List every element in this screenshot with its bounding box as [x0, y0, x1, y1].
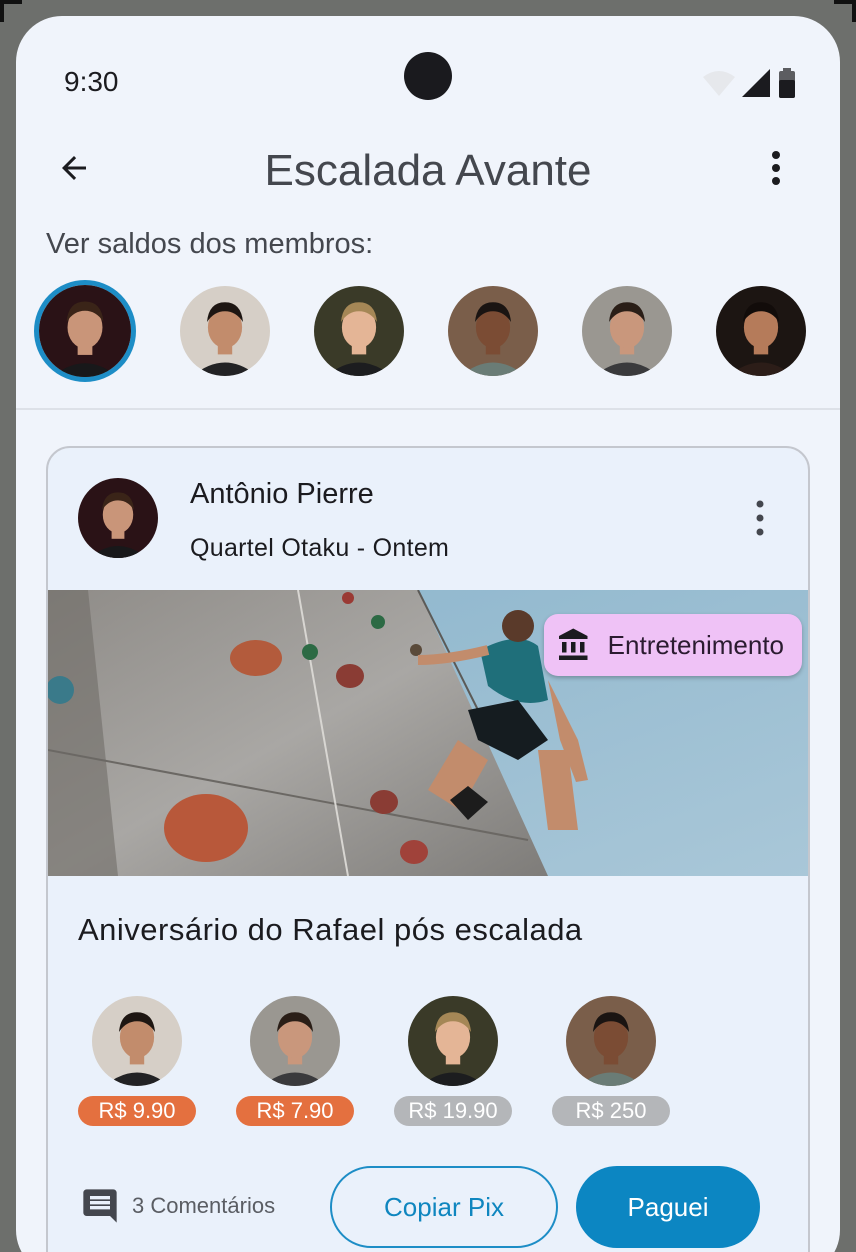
member-avatar[interactable] [582, 286, 672, 376]
paid-button[interactable]: Paguei [576, 1166, 760, 1248]
climbing-photo: Entretenimento [48, 590, 808, 876]
status-icons [702, 68, 796, 98]
status-time: 9:30 [64, 66, 119, 97]
card-menu-button[interactable] [740, 498, 780, 538]
author-avatar[interactable] [78, 478, 158, 558]
expense-card: Antônio Pierre Quartel Otaku - Ontem Ent… [46, 446, 810, 1252]
app-bar: Escalada Avante [16, 126, 840, 226]
status-bar: 9:30 [16, 16, 840, 126]
payer-item[interactable]: R$ 9.90 [78, 996, 198, 1126]
comment-icon [83, 1189, 117, 1223]
more-vert-icon [756, 500, 764, 536]
avatar-image [448, 286, 538, 376]
avatar-image [716, 286, 806, 376]
payer-avatar [408, 996, 498, 1086]
avatar-image [78, 478, 158, 558]
payer-amount-badge: R$ 19.90 [394, 1096, 512, 1126]
avatar-image [566, 996, 656, 1086]
members-label: Ver saldos dos membros: [46, 228, 374, 260]
category-label: Entretenimento [607, 629, 784, 660]
copy-pix-button[interactable]: Copiar Pix [330, 1166, 558, 1248]
payer-amount-badge: R$ 9.90 [78, 1096, 196, 1126]
bank-icon [558, 628, 588, 660]
member-avatar[interactable] [34, 280, 136, 382]
payer-amount-badge: R$ 250 [552, 1096, 670, 1126]
comments-link[interactable]: 3 Comentários [80, 1186, 275, 1226]
comments-count: 3 Comentários [132, 1193, 276, 1218]
member-avatar[interactable] [716, 286, 806, 376]
payer-item[interactable]: R$ 7.90 [236, 996, 356, 1126]
author-name: Antônio Pierre [190, 478, 374, 510]
member-avatar[interactable] [448, 286, 538, 376]
place-and-date: Quartel Otaku - Ontem [190, 534, 450, 562]
expense-description: Aniversário do Rafael pós escalada [78, 912, 583, 947]
avatar-image [582, 286, 672, 376]
screen-corner-mark [852, 0, 856, 22]
battery-icon [779, 68, 795, 98]
payer-avatar [250, 996, 340, 1086]
avatar-image [180, 286, 270, 376]
avatar-image [250, 996, 340, 1086]
payer-item[interactable]: R$ 19.90 [394, 996, 514, 1126]
avatar-image [408, 996, 498, 1086]
divider [16, 408, 840, 410]
page-title: Escalada Avante [264, 146, 592, 195]
screen-corner-mark [0, 0, 4, 22]
payer-avatar [566, 996, 656, 1086]
members-avatar-row [34, 280, 830, 386]
wifi-icon [703, 71, 735, 96]
payer-amount-badge: R$ 7.90 [236, 1096, 354, 1126]
front-camera [404, 52, 452, 100]
overflow-menu-button[interactable] [752, 144, 800, 192]
category-chip[interactable]: Entretenimento [543, 614, 802, 676]
payer-avatar [92, 996, 182, 1086]
avatar-image [92, 996, 182, 1086]
member-avatar[interactable] [180, 286, 270, 376]
signal-icon [742, 69, 770, 97]
avatar-image [39, 285, 131, 377]
payer-item[interactable]: R$ 250 [552, 996, 672, 1126]
more-vert-icon [772, 151, 780, 185]
phone-screen: 9:30 Escalada Avante Ver saldos dos memb… [16, 16, 840, 1252]
member-avatar[interactable] [314, 286, 404, 376]
avatar-image [314, 286, 404, 376]
